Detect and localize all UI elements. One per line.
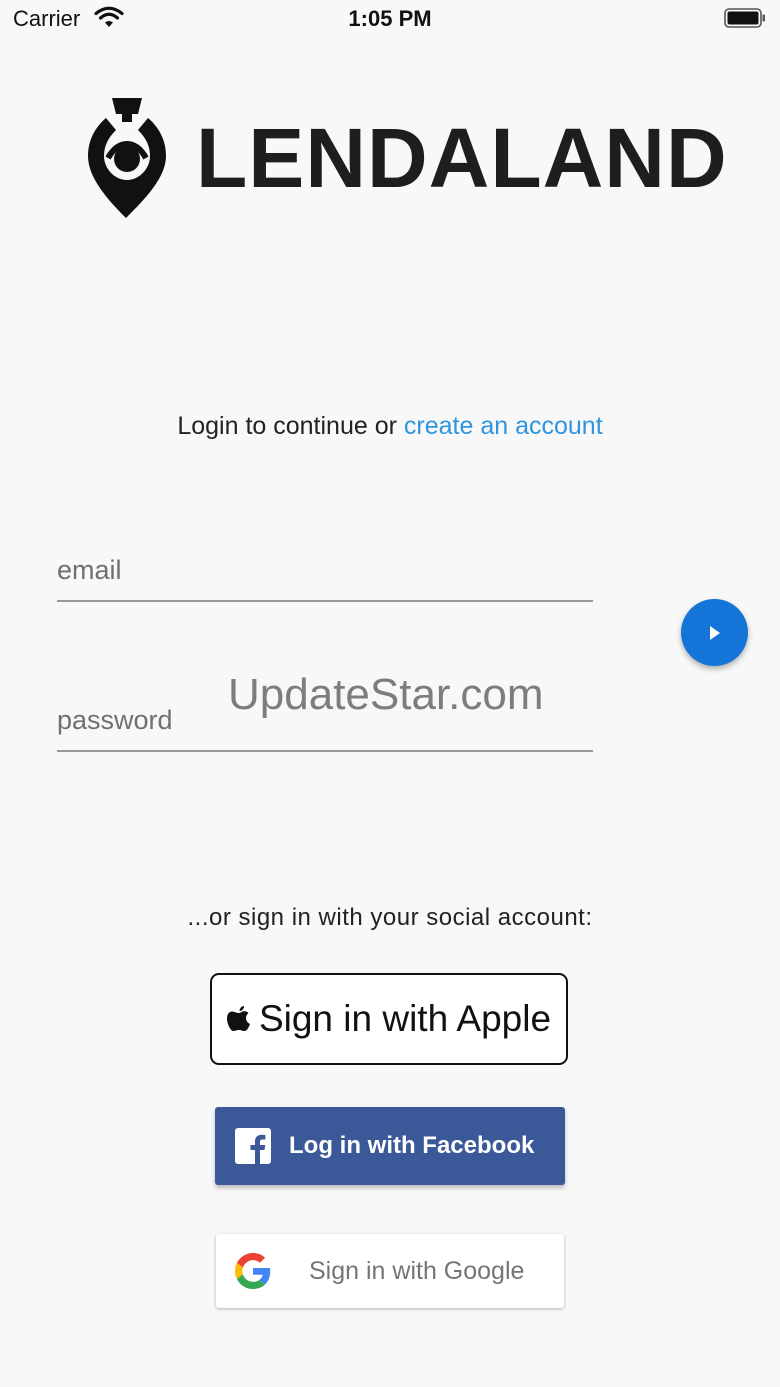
create-account-link[interactable]: create an account: [404, 412, 603, 440]
battery-icon: [724, 8, 765, 28]
status-time: 1:05 PM: [348, 6, 432, 31]
logo-text: LENDALAND: [196, 111, 728, 205]
facebook-button-label: Log in with Facebook: [289, 1132, 535, 1159]
google-button-label: Sign in with Google: [309, 1256, 525, 1285]
location-pin-trophy-icon: [88, 98, 166, 218]
apple-button-label: Sign in with Apple: [258, 998, 552, 1039]
watermark-text: UpdateStar.com: [228, 670, 544, 719]
sign-in-with-apple-button[interactable]: Sign in with Apple: [210, 973, 568, 1065]
login-prompt: Login to continue or create an account: [0, 412, 780, 441]
submit-button[interactable]: [681, 599, 748, 666]
login-prompt-text: Login to continue or: [177, 412, 404, 440]
email-field[interactable]: [57, 540, 593, 600]
sign-in-with-google-button[interactable]: Sign in with Google: [216, 1234, 564, 1308]
email-field-container: [57, 540, 593, 602]
play-arrow-icon: [709, 625, 720, 640]
apple-icon: [226, 1006, 250, 1031]
facebook-icon: [235, 1128, 271, 1164]
google-icon: [235, 1253, 271, 1289]
social-prompt: ...or sign in with your social account:: [187, 904, 593, 931]
log-in-with-facebook-button[interactable]: Log in with Facebook: [215, 1107, 565, 1185]
